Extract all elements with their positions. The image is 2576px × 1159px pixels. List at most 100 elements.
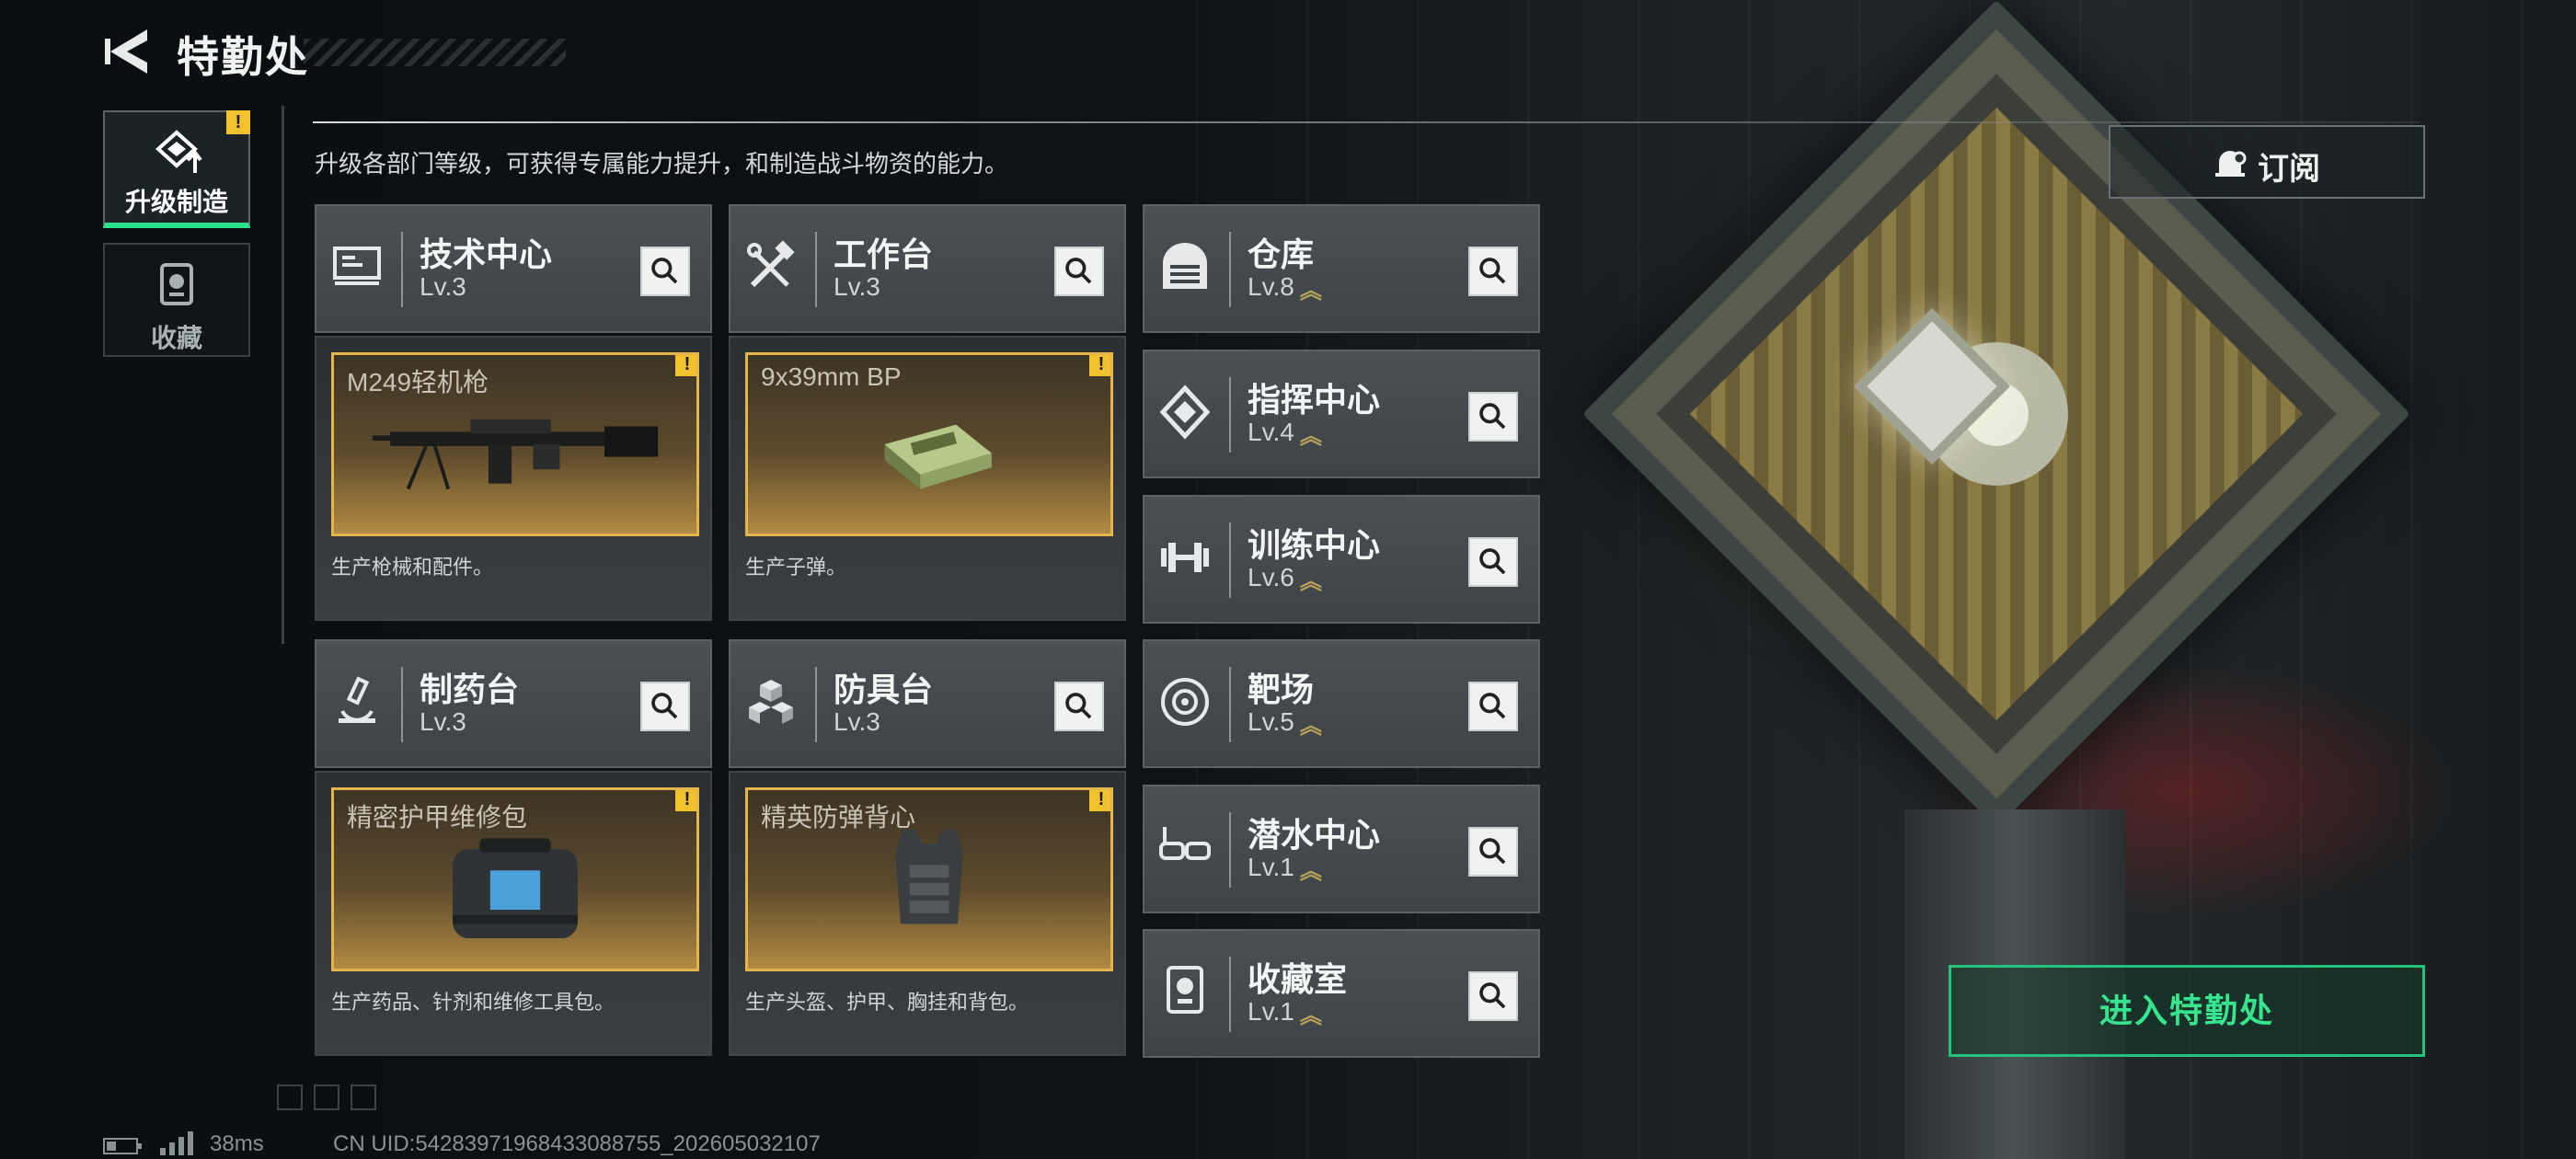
- facility-name: 收藏室: [1248, 960, 1348, 998]
- subscribe-label: 订阅: [2258, 152, 2320, 187]
- header-separator: [1229, 232, 1231, 307]
- facility-level: Lv.1 ︽: [1248, 997, 1322, 1029]
- level-up-chevron-icon: ︽: [1299, 714, 1322, 740]
- header-rule: [313, 121, 2420, 123]
- facility-search-button[interactable]: [1468, 537, 1518, 587]
- craft-panel-pharmacy: 精密护甲维修包 ! 生产药品、针剂和维修工具包。: [315, 771, 712, 1056]
- header-separator: [401, 232, 403, 307]
- search-icon: [1479, 258, 1506, 284]
- facility-name: 靶场: [1248, 671, 1315, 708]
- facility-search-button[interactable]: [640, 247, 690, 296]
- back-arrow-icon: [105, 29, 147, 74]
- footer-decorative-icons: [277, 1084, 376, 1110]
- craft-item-name: 精密护甲维修包: [347, 803, 528, 832]
- facility-training-center[interactable]: 训练中心 Lv.6 ︽: [1143, 495, 1540, 624]
- back-button[interactable]: [101, 24, 153, 79]
- warehouse-icon: [1163, 243, 1207, 289]
- facility-level: Lv.1 ︽: [1248, 853, 1322, 885]
- facility-level-text: Lv.4: [1248, 418, 1294, 446]
- facility-search-button[interactable]: [1468, 827, 1518, 877]
- dumbbell-icon: [1161, 543, 1209, 572]
- facility-command-center[interactable]: 指挥中心 Lv.4 ︽: [1143, 350, 1540, 478]
- facility-armor-bench[interactable]: 防具台 Lv.3: [729, 639, 1126, 768]
- facility-name: 指挥中心: [1248, 381, 1381, 419]
- facility-name: 工作台: [834, 235, 934, 273]
- search-icon: [1479, 403, 1506, 430]
- facility-level-text: Lv.5: [1248, 707, 1294, 736]
- facility-warehouse[interactable]: 仓库 Lv.8 ︽: [1143, 204, 1540, 333]
- trophy-icon: [160, 263, 193, 305]
- facility-search-button[interactable]: [1054, 682, 1104, 731]
- level-up-chevron-icon: ︽: [1299, 424, 1322, 450]
- craft-alert-badge: !: [675, 790, 696, 811]
- craft-alert-badge: !: [675, 355, 696, 376]
- facility-level-text: Lv.1: [1248, 853, 1294, 881]
- tab-upgrade-manufacture[interactable]: 升级制造 !: [103, 110, 250, 228]
- page-title: 特勤处: [177, 33, 309, 81]
- title-decoration: [304, 39, 566, 66]
- battery-icon: [103, 1138, 142, 1154]
- tab-alert-badge: !: [226, 110, 250, 134]
- craft-item-name: 精英防弹背心: [761, 803, 916, 832]
- facility-shooting-range[interactable]: 靶场 Lv.5 ︽: [1143, 639, 1540, 768]
- craft-item-9x39-bp[interactable]: 9x39mm BP !: [745, 352, 1113, 536]
- search-icon: [1065, 693, 1092, 719]
- header-separator: [815, 232, 817, 307]
- command-icon: [1159, 384, 1211, 440]
- facility-level: Lv.8 ︽: [1248, 272, 1322, 304]
- craft-description: 生产子弹。: [745, 556, 847, 579]
- enter-special-ops-button[interactable]: 进入特勤处: [1949, 965, 2425, 1057]
- search-icon: [1479, 548, 1506, 575]
- header-separator: [1229, 667, 1231, 742]
- craft-panel-armor-bench: 精英防弹背心 ! 生产头盔、护甲、胸挂和背包。: [729, 771, 1126, 1056]
- facility-pharmacy[interactable]: 制药台 Lv.3: [315, 639, 712, 768]
- facility-name: 训练中心: [1248, 526, 1381, 564]
- facility-level: Lv.3: [420, 707, 466, 736]
- craft-item-name: 9x39mm BP: [761, 362, 902, 391]
- facility-tech-center[interactable]: 技术中心 Lv.3: [315, 204, 712, 333]
- craft-item-m249[interactable]: M249轻机枪 !: [331, 352, 699, 536]
- facility-search-button[interactable]: [1468, 682, 1518, 731]
- trophy-icon: [1167, 966, 1203, 1014]
- tab-upgrade-label: 升级制造: [124, 188, 228, 216]
- search-icon: [1479, 982, 1506, 1009]
- craft-panel-tech-center: M249轻机枪 ! 生产枪械和配件。: [315, 336, 712, 621]
- craft-item-elite-vest[interactable]: 精英防弹背心 !: [745, 787, 1113, 971]
- facility-name: 防具台: [834, 671, 934, 708]
- header-separator: [1229, 812, 1231, 888]
- ping-latency: 38ms: [210, 1131, 264, 1156]
- enter-button-label: 进入特勤处: [2099, 992, 2274, 1029]
- facility-search-button[interactable]: [1468, 971, 1518, 1021]
- facility-level-text: Lv.6: [1248, 563, 1294, 591]
- search-icon: [651, 258, 678, 284]
- facility-level: Lv.3: [834, 707, 880, 736]
- craft-description: 生产药品、针剂和维修工具包。: [331, 991, 615, 1014]
- user-uid: CN UID:542839719684330887​55_20260503210…: [333, 1131, 821, 1156]
- facility-search-button[interactable]: [640, 682, 690, 731]
- facility-search-button[interactable]: [1468, 247, 1518, 296]
- boxes-icon: [749, 680, 793, 724]
- facility-search-button[interactable]: [1054, 247, 1104, 296]
- facility-diving-center[interactable]: 潜水中心 Lv.1 ︽: [1143, 785, 1540, 913]
- facility-name: 制药台: [420, 671, 520, 708]
- tab-collection-label: 收藏: [150, 324, 202, 352]
- facility-workbench[interactable]: 工作台 Lv.3: [729, 204, 1126, 333]
- craft-item-armor-repair-kit[interactable]: 精密护甲维修包 !: [331, 787, 699, 971]
- bell-icon: [2215, 151, 2247, 177]
- level-up-chevron-icon: ︽: [1299, 1004, 1322, 1029]
- level-up-chevron-icon: ︽: [1299, 569, 1322, 595]
- target-icon: [1161, 678, 1209, 726]
- facility-level: Lv.4 ︽: [1248, 418, 1322, 450]
- header-separator: [1229, 957, 1231, 1032]
- facility-collection-room[interactable]: 收藏室 Lv.1 ︽: [1143, 929, 1540, 1058]
- subscribe-button[interactable]: 订阅: [2109, 125, 2425, 199]
- tab-collection[interactable]: 收藏: [103, 243, 250, 357]
- sidebar-divider: [282, 106, 284, 644]
- facility-name: 技术中心: [420, 235, 553, 273]
- search-icon: [1065, 258, 1092, 284]
- facility-level: Lv.6 ︽: [1248, 563, 1322, 595]
- facility-search-button[interactable]: [1468, 392, 1518, 442]
- craft-panel-workbench: 9x39mm BP ! 生产子弹。: [729, 336, 1126, 621]
- facility-level: Lv.3: [834, 272, 880, 301]
- goggles-icon: [1159, 827, 1211, 860]
